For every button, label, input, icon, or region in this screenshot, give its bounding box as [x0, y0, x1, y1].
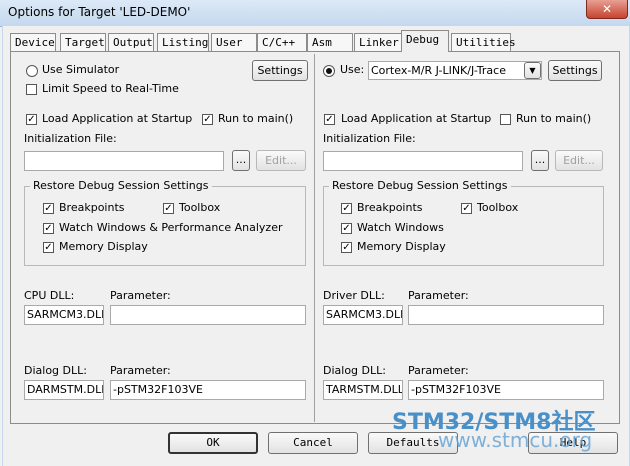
close-button[interactable]: ✕: [586, 0, 628, 19]
ok-button[interactable]: OK: [168, 432, 258, 454]
right-breakpoints-label: Breakpoints: [357, 201, 423, 214]
right-load-app-label: Load Application at Startup: [341, 112, 492, 125]
cpu-param-input[interactable]: [110, 305, 306, 325]
window-title: Options for Target 'LED-DEMO': [8, 5, 191, 19]
tab-debug[interactable]: Debug: [401, 30, 449, 52]
left-restore-group-title: Restore Debug Session Settings: [30, 179, 212, 192]
watermark-url: www.stmcu.org: [438, 428, 593, 452]
cpu-dll-label: CPU DLL:: [24, 289, 75, 302]
cpu-dll-input[interactable]: SARMCM3.DLL: [24, 305, 104, 325]
driver-select-chevron-down-icon[interactable]: ▼: [524, 62, 541, 79]
right-init-file-label: Initialization File:: [323, 132, 416, 145]
left-dialog-param-label: Parameter:: [110, 364, 171, 377]
tab-listing[interactable]: Listing: [157, 33, 209, 51]
right-dialog-dll-input[interactable]: TARMSTM.DLL: [323, 380, 403, 400]
right-dialog-param-input[interactable]: -pSTM32F103VE: [408, 380, 604, 400]
left-watch-label: Watch Windows & Performance Analyzer: [59, 221, 283, 234]
right-dialog-dll-label: Dialog DLL:: [323, 364, 386, 377]
left-breakpoints-checkbox[interactable]: ✓: [43, 203, 54, 214]
simulator-settings-button[interactable]: Settings: [252, 60, 308, 81]
left-run-to-main-label: Run to main(): [218, 112, 294, 125]
tab-target[interactable]: Target: [60, 33, 106, 51]
right-run-to-main-label: Run to main(): [516, 112, 592, 125]
left-watch-checkbox[interactable]: ✓: [43, 223, 54, 234]
left-toolbox-checkbox[interactable]: ✓: [163, 203, 174, 214]
right-watch-label: Watch Windows: [357, 221, 444, 234]
right-toolbox-label: Toolbox: [477, 201, 519, 214]
right-dialog-param-label: Parameter:: [408, 364, 469, 377]
tab-user[interactable]: User: [211, 33, 257, 51]
driver-param-label: Parameter:: [408, 289, 469, 302]
left-run-to-main-checkbox[interactable]: ✓: [202, 114, 213, 125]
right-init-file-input[interactable]: [323, 151, 523, 171]
left-init-file-label: Initialization File:: [24, 132, 117, 145]
driver-settings-button[interactable]: Settings: [548, 60, 602, 81]
tab-utilities[interactable]: Utilities: [451, 33, 516, 51]
right-breakpoints-checkbox[interactable]: ✓: [341, 203, 352, 214]
use-simulator-radio[interactable]: [26, 65, 38, 77]
use-driver-label: Use:: [340, 63, 365, 76]
right-toolbox-checkbox[interactable]: ✓: [461, 203, 472, 214]
right-restore-group-title: Restore Debug Session Settings: [329, 179, 511, 192]
left-memory-checkbox[interactable]: ✓: [43, 242, 54, 253]
right-load-app-checkbox[interactable]: ✓: [324, 114, 335, 125]
cancel-button[interactable]: Cancel: [268, 432, 358, 454]
panel-divider: [314, 54, 315, 422]
driver-select-value: Cortex-M/R J-LINK/J-Trace: [371, 64, 506, 77]
left-load-app-checkbox[interactable]: ✓: [26, 114, 37, 125]
driver-dll-input[interactable]: SARMCM3.DLL: [323, 305, 403, 325]
left-dialog-param-input[interactable]: -pSTM32F103VE: [110, 380, 306, 400]
limit-speed-label: Limit Speed to Real-Time: [42, 82, 179, 95]
left-dialog-dll-label: Dialog DLL:: [24, 364, 87, 377]
left-load-app-label: Load Application at Startup: [42, 112, 193, 125]
right-memory-label: Memory Display: [357, 240, 446, 253]
left-edit-button[interactable]: Edit...: [256, 150, 306, 171]
tab-asm[interactable]: Asm: [307, 33, 353, 51]
use-simulator-label: Use Simulator: [42, 63, 120, 76]
left-init-file-input[interactable]: [24, 151, 224, 171]
left-toolbox-label: Toolbox: [179, 201, 221, 214]
tab-cpp[interactable]: C/C++: [257, 33, 307, 51]
tab-device[interactable]: Device: [10, 33, 56, 51]
driver-select[interactable]: Cortex-M/R J-LINK/J-Trace: [368, 61, 542, 80]
use-driver-radio[interactable]: [323, 65, 335, 77]
left-browse-button[interactable]: ...: [232, 150, 250, 171]
right-browse-button[interactable]: ...: [531, 150, 549, 171]
left-memory-label: Memory Display: [59, 240, 148, 253]
limit-speed-checkbox[interactable]: [26, 84, 37, 95]
right-run-to-main-checkbox[interactable]: [500, 114, 511, 125]
right-watch-checkbox[interactable]: ✓: [341, 223, 352, 234]
right-edit-button[interactable]: Edit...: [555, 150, 603, 171]
right-memory-checkbox[interactable]: ✓: [341, 242, 352, 253]
tab-output[interactable]: Output: [108, 33, 154, 51]
tab-linker[interactable]: Linker: [354, 33, 402, 51]
left-breakpoints-label: Breakpoints: [59, 201, 125, 214]
left-dialog-dll-input[interactable]: DARMSTM.DLL: [24, 380, 104, 400]
driver-param-input[interactable]: [408, 305, 604, 325]
cpu-param-label: Parameter:: [110, 289, 171, 302]
driver-dll-label: Driver DLL:: [323, 289, 385, 302]
